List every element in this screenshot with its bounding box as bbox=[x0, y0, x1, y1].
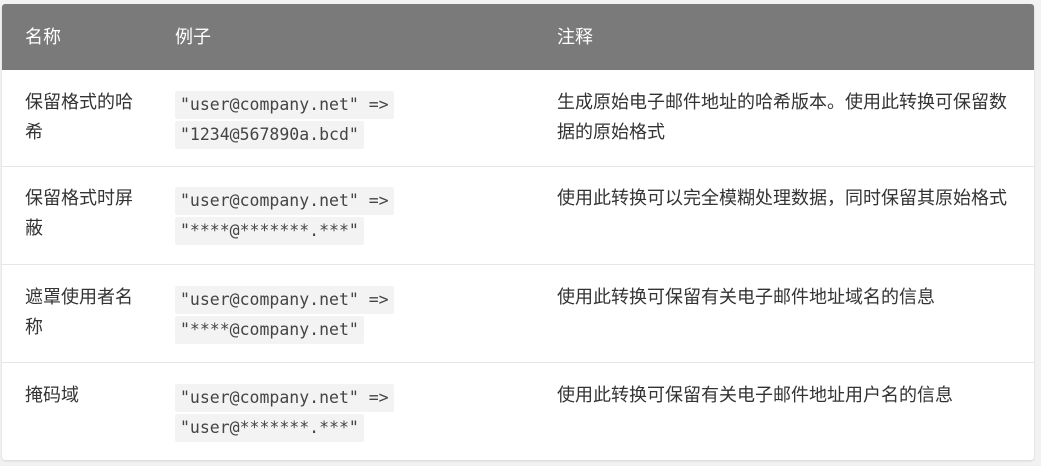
transform-table: 名称 例子 注释 保留格式的哈希 "user@company.net" => "… bbox=[2, 4, 1034, 460]
table-row: 保留格式时屏蔽 "user@company.net" => "****@****… bbox=[2, 167, 1034, 265]
row-example: "user@company.net" => "****@company.net" bbox=[175, 286, 535, 346]
row-example: "user@company.net" => "1234@567890a.bcd" bbox=[175, 91, 535, 151]
row-note: 生成原始电子邮件地址的哈希版本。使用此转换可保留数据的原始格式 bbox=[557, 92, 1007, 143]
table-row: 遮罩使用者名称 "user@company.net" => "****@comp… bbox=[2, 265, 1034, 363]
example-code-line: "****@*******.***" bbox=[175, 217, 364, 245]
row-note: 使用此转换可保留有关电子邮件地址用户名的信息 bbox=[557, 385, 953, 406]
example-code-line: "user@company.net" => bbox=[175, 286, 394, 314]
row-note: 使用此转换可保留有关电子邮件地址域名的信息 bbox=[557, 287, 935, 308]
row-name: 遮罩使用者名称 bbox=[25, 287, 133, 338]
example-code-line: "1234@567890a.bcd" bbox=[175, 121, 364, 149]
row-example: "user@company.net" => "user@*******.***" bbox=[175, 384, 535, 444]
row-name: 保留格式的哈希 bbox=[25, 92, 133, 143]
table-row: 保留格式的哈希 "user@company.net" => "1234@5678… bbox=[2, 70, 1034, 167]
example-code-line: "****@company.net" bbox=[175, 316, 364, 344]
header-example: 例子 bbox=[175, 27, 211, 48]
example-code-line: "user@*******.***" bbox=[175, 414, 364, 442]
example-code-line: "user@company.net" => bbox=[175, 187, 394, 215]
row-example: "user@company.net" => "****@*******.***" bbox=[175, 187, 535, 247]
row-name: 掩码域 bbox=[25, 385, 79, 406]
table-header: 名称 例子 注释 bbox=[2, 4, 1034, 70]
header-name: 名称 bbox=[25, 27, 61, 48]
row-note: 使用此转换可以完全模糊处理数据，同时保留其原始格式 bbox=[557, 188, 1007, 209]
example-code-line: "user@company.net" => bbox=[175, 91, 394, 119]
example-code-line: "user@company.net" => bbox=[175, 384, 394, 412]
row-name: 保留格式时屏蔽 bbox=[25, 188, 133, 239]
table-row: 掩码域 "user@company.net" => "user@*******.… bbox=[2, 363, 1034, 460]
header-note: 注释 bbox=[557, 27, 593, 48]
